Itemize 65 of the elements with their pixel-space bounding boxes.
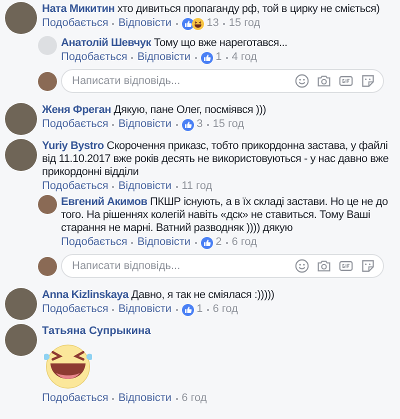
comment-text: Anna Kizlinskaya Давно, я так не сміялася :))))) [42, 289, 276, 302]
reaction-count[interactable]: 3 [196, 118, 203, 131]
avatar[interactable] [38, 195, 57, 214]
laughing-reaction-icon [192, 18, 204, 30]
comment-text: Женя Фреган Дякую, пане Олег, посміявся ))) [42, 104, 268, 117]
like-link[interactable]: Подобається [42, 303, 108, 316]
avatar [38, 256, 57, 276]
timestamp[interactable]: 15 год [212, 118, 244, 131]
like-reaction-icon [182, 118, 194, 130]
like-reaction-icon [182, 18, 194, 30]
avatar[interactable] [5, 324, 37, 356]
timestamp[interactable]: 4 год [232, 51, 257, 64]
gif-icon[interactable] [339, 259, 353, 273]
timestamp[interactable]: 6 год [182, 392, 207, 405]
comment-text: Yuriy Bystro Скорочення приказс, тобто прикордонна застава, у файлі від 11.10.2017 вже років десять не використовуються - у нас давно вже прикордонні відділи [42, 140, 390, 179]
reaction-count[interactable]: 1 [196, 303, 203, 316]
reply-input[interactable]: Написати відповідь... [70, 74, 287, 88]
reply-link[interactable]: Відповісти [118, 392, 172, 405]
reply-link[interactable]: Відповісти [118, 118, 172, 131]
gif-icon[interactable] [339, 74, 353, 88]
reply-field[interactable]: Написати відповідь... [61, 254, 384, 278]
sticker-icon[interactable] [361, 259, 375, 273]
sticker-icon[interactable] [361, 74, 375, 88]
reaction-count[interactable]: 2 [216, 236, 222, 249]
author-link[interactable]: Анатолій Шевчук [61, 37, 152, 49]
comment-text: Анатолій Шевчук Тому що вже нареготався... [61, 37, 288, 50]
avatar[interactable] [5, 2, 37, 34]
author-link[interactable]: Женя Фреган [42, 104, 111, 116]
timestamp[interactable]: 11 год [182, 180, 212, 193]
author-link[interactable]: Anna Kizlinskaya [42, 289, 128, 301]
like-link[interactable]: Подобається [42, 180, 108, 193]
reply-link[interactable]: Відповісти [118, 303, 172, 316]
reply-link[interactable]: Відповісти [118, 180, 172, 193]
timestamp[interactable]: 6 год [212, 303, 238, 316]
avatar[interactable] [5, 139, 37, 171]
comment-text: Евгений Акимов ПКШР існують, а в їх складі застави. Но це не до того. На рішеннях колегій навіть «дск» не ставиться. Тому Ваші старання не марні. Ватний разводняк )))) дякую [61, 196, 389, 235]
timestamp[interactable]: 15 год [228, 17, 260, 30]
author-link[interactable]: Yuriy Bystro [42, 140, 104, 152]
timestamp[interactable]: 6 год [232, 236, 257, 249]
like-link[interactable]: Подобається [42, 17, 108, 30]
like-reaction-icon [200, 52, 213, 64]
reply-input[interactable]: Написати відповідь... [70, 259, 287, 273]
reaction-count[interactable]: 13 [206, 17, 219, 30]
reaction-count[interactable]: 1 [216, 51, 222, 64]
like-reaction-icon [200, 236, 213, 248]
camera-icon[interactable] [317, 74, 331, 88]
reply-link[interactable]: Відповісти [137, 236, 191, 249]
smiley-icon[interactable] [295, 74, 309, 88]
like-link[interactable]: Подобається [61, 236, 128, 249]
camera-icon[interactable] [317, 259, 331, 273]
avatar[interactable] [5, 103, 37, 135]
author-link[interactable]: Евгений Акимов [61, 196, 148, 208]
smiley-icon[interactable] [295, 259, 309, 273]
comment-text: Ната Микитин хто дивиться пропаганду рф, той в цирку не сміється) [42, 3, 381, 16]
like-link[interactable]: Подобається [61, 51, 128, 64]
reply-link[interactable]: Відповісти [137, 51, 191, 64]
avatar[interactable] [5, 288, 37, 320]
like-link[interactable]: Подобається [42, 118, 108, 131]
reply-link[interactable]: Відповісти [118, 17, 172, 30]
reply-field[interactable]: Написати відповідь... [61, 69, 384, 93]
author-link[interactable]: Ната Микитин [42, 3, 115, 15]
like-reaction-icon [182, 304, 194, 316]
like-link[interactable]: Подобається [42, 392, 108, 405]
avatar [38, 72, 57, 90]
author-link[interactable]: Татьяна Супрыкина [42, 325, 394, 337]
